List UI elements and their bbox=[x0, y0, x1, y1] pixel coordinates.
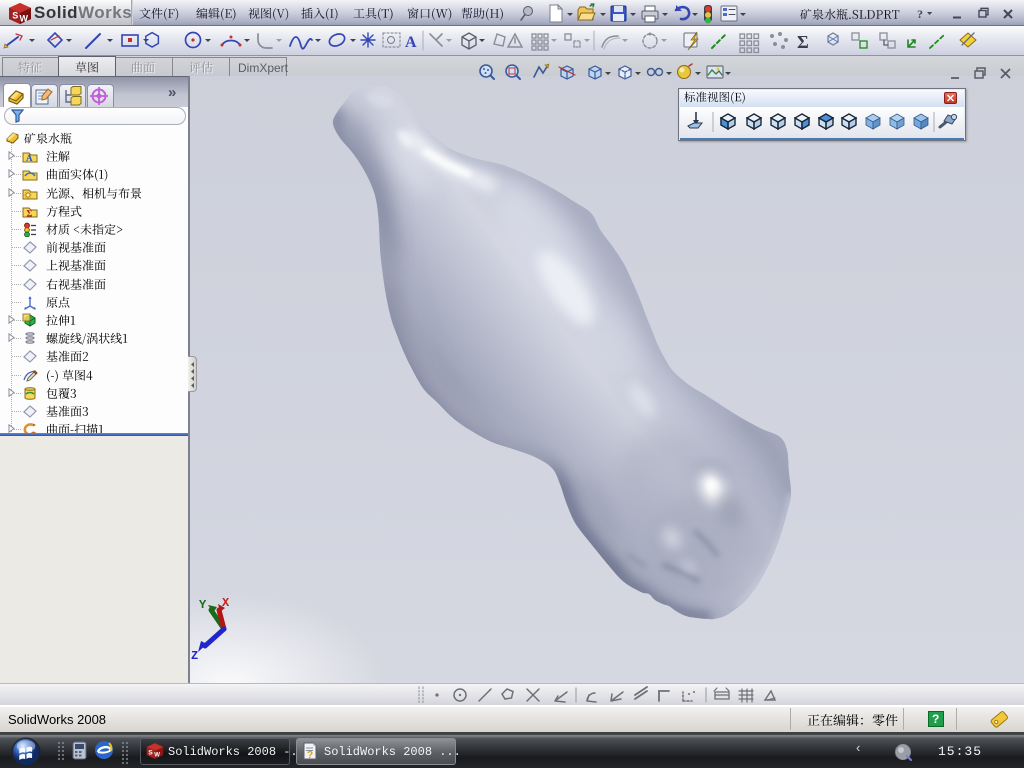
svg-text:Z: Z bbox=[191, 649, 198, 661]
svg-text:W: W bbox=[20, 14, 29, 24]
svg-text:S: S bbox=[148, 749, 153, 756]
svg-text:Y: Y bbox=[199, 598, 207, 612]
svg-text:?: ? bbox=[917, 7, 923, 21]
svg-text:X: X bbox=[222, 596, 230, 610]
svg-text:S: S bbox=[12, 11, 18, 21]
svg-text:Σ: Σ bbox=[797, 32, 809, 52]
svg-text:?: ? bbox=[307, 750, 313, 760]
svg-text:A: A bbox=[26, 153, 33, 163]
svg-text:A: A bbox=[405, 34, 417, 51]
svg-text:Σ: Σ bbox=[27, 209, 33, 219]
svg-text:W: W bbox=[154, 753, 160, 759]
